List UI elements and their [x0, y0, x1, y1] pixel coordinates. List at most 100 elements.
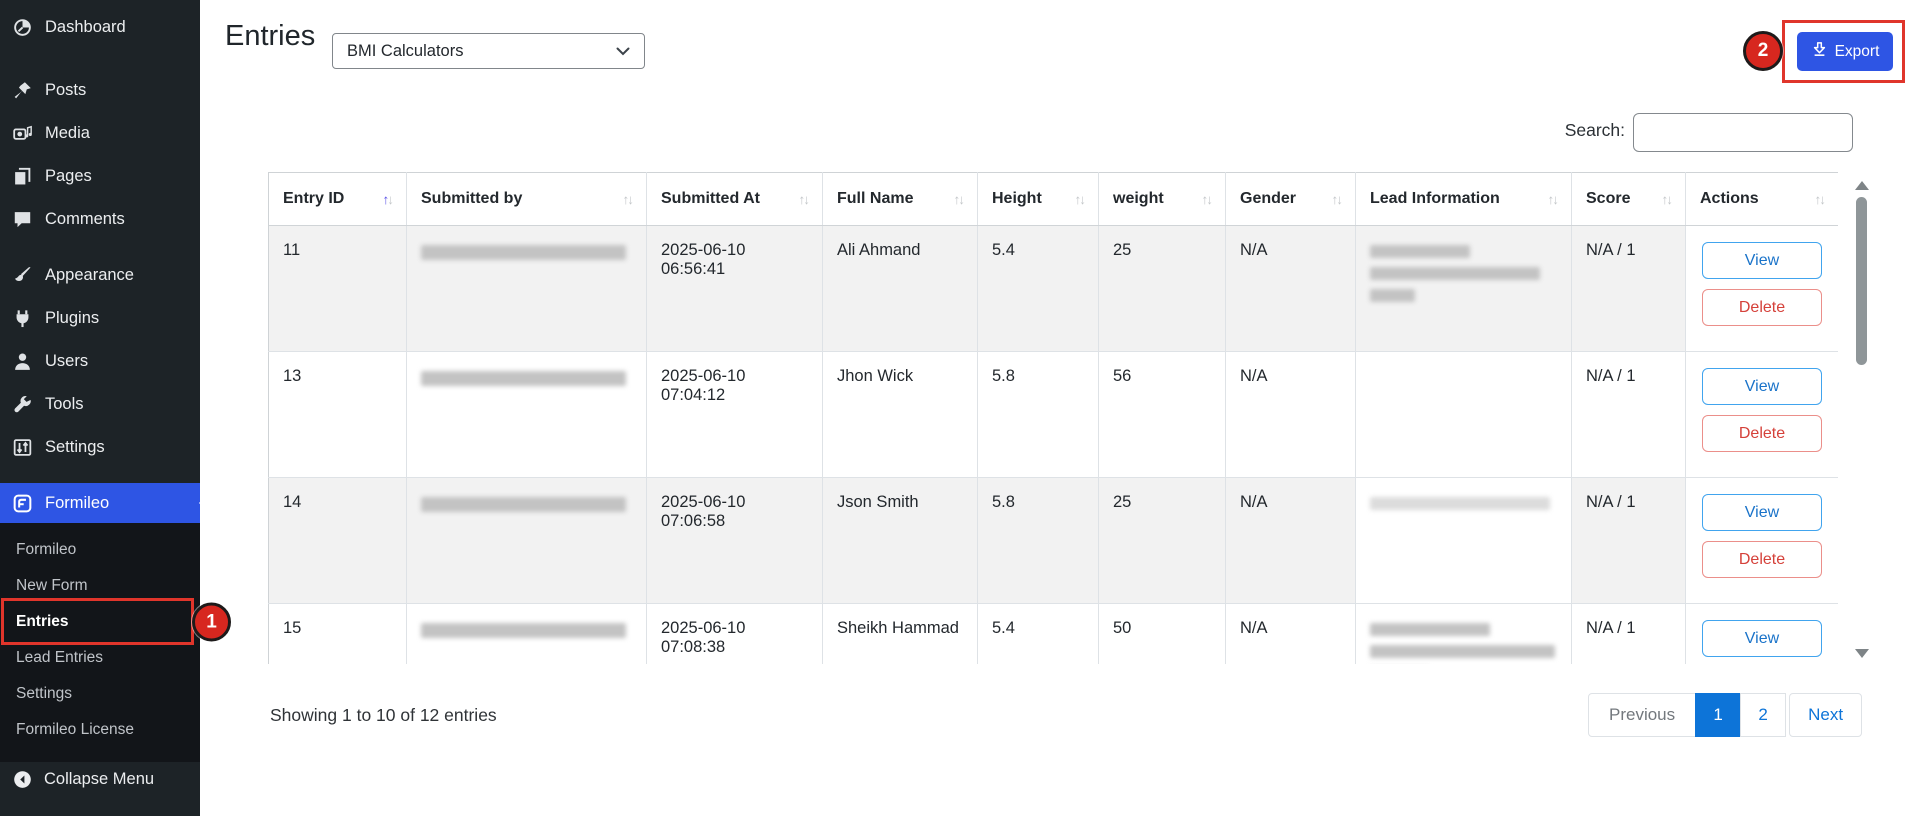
cell-height: 5.8 — [978, 478, 1099, 604]
form-selector-dropdown[interactable]: BMI Calculators — [332, 33, 645, 69]
cell-height: 5.4 — [978, 604, 1099, 665]
cell-score: N/A / 1 — [1572, 352, 1686, 478]
column-header-label: weight — [1113, 190, 1164, 207]
sidebar-item-dashboard[interactable]: Dashboard — [0, 6, 200, 49]
redacted-text-block — [1370, 289, 1415, 302]
entries-table: Entry ID↑↓Submitted by↑↓Submitted At↑↓Fu… — [268, 172, 1838, 664]
column-header-label: Submitted by — [421, 190, 522, 207]
view-button[interactable]: View — [1702, 368, 1822, 405]
cell-full_name: Json Smith — [823, 478, 978, 604]
scroll-down-arrow-icon[interactable] — [1855, 649, 1869, 658]
posts-icon — [13, 81, 32, 100]
pagination: Previous 1 2 Next — [1588, 693, 1862, 737]
plugins-icon — [13, 309, 32, 328]
submenu-item-label: New Form — [16, 577, 87, 595]
submenu-item-new-form[interactable]: New Form — [0, 568, 200, 604]
scrollbar-thumb[interactable] — [1856, 197, 1867, 365]
submenu-item-label: Formileo License — [16, 721, 134, 739]
cell-actions: View Delete — [1686, 226, 1839, 352]
sort-icon: ↑↓ — [1815, 192, 1825, 207]
sidebar-item-plugins[interactable]: Plugins — [0, 297, 200, 340]
sidebar-item-label: Pages — [45, 167, 92, 186]
sidebar-item-users[interactable]: Users — [0, 340, 200, 383]
pagination-page-2[interactable]: 2 — [1740, 693, 1786, 737]
collapse-menu-button[interactable]: Collapse Menu — [0, 758, 200, 801]
sidebar-item-pages[interactable]: Pages — [0, 155, 200, 198]
submenu-item-formileo-license[interactable]: Formileo License — [0, 712, 200, 748]
annotation-step-1: 1 — [192, 603, 231, 642]
submenu-item-lead-entries[interactable]: Lead Entries — [0, 640, 200, 676]
form-selector-value: BMI Calculators — [347, 42, 463, 61]
sort-icon: ↑↓ — [1548, 192, 1558, 207]
column-header-lead_information[interactable]: Lead Information↑↓ — [1356, 173, 1572, 226]
sidebar-item-label: Posts — [45, 81, 86, 100]
column-header-weight[interactable]: weight↑↓ — [1099, 173, 1226, 226]
sort-icon: ↑↓ — [1332, 192, 1342, 207]
cell-score: N/A / 1 — [1572, 478, 1686, 604]
cell-weight: 25 — [1099, 478, 1226, 604]
column-header-actions[interactable]: Actions↑↓ — [1686, 173, 1839, 226]
submenu-item-entries[interactable]: Entries1 — [0, 604, 200, 640]
sort-icon: ↑↓ — [1075, 192, 1085, 207]
sidebar-item-formileo[interactable]: Formileo — [0, 483, 200, 523]
redacted-text-block — [1370, 623, 1490, 636]
annotation-step-2: 2 — [1743, 31, 1783, 71]
pagination-page-1[interactable]: 1 — [1695, 693, 1741, 737]
column-header-score[interactable]: Score↑↓ — [1572, 173, 1686, 226]
sidebar-item-label: Dashboard — [45, 18, 126, 37]
delete-button[interactable]: Delete — [1702, 289, 1822, 326]
cell-lead_information — [1356, 226, 1572, 352]
vertical-scrollbar[interactable] — [1853, 177, 1870, 664]
admin-screen: Dashboard Posts Media Pages Comments Appearan… — [0, 0, 1919, 816]
column-header-label: Score — [1586, 190, 1630, 207]
sidebar-item-posts[interactable]: Posts — [0, 69, 200, 112]
cell-full_name: Jhon Wick — [823, 352, 978, 478]
admin-menu: Dashboard Posts Media Pages Comments Appearan… — [0, 0, 200, 469]
pagination-next[interactable]: Next — [1789, 693, 1862, 737]
cell-entry_id: 11 — [269, 226, 407, 352]
sidebar-item-label: Media — [45, 124, 90, 143]
column-header-full_name[interactable]: Full Name↑↓ — [823, 173, 978, 226]
sort-icon: ↑↓ — [383, 192, 393, 207]
sidebar-item-label: Settings — [45, 438, 105, 457]
delete-button[interactable]: Delete — [1702, 415, 1822, 452]
cell-submitted_at: 2025-06-10 07:08:38 — [647, 604, 823, 665]
column-header-height[interactable]: Height↑↓ — [978, 173, 1099, 226]
table-row-entry-13: 132025-06-10 07:04:12Jhon Wick5.856N/AN/… — [269, 352, 1839, 478]
cell-entry_id: 15 — [269, 604, 407, 665]
cell-lead_information — [1356, 478, 1572, 604]
sort-icon: ↑↓ — [954, 192, 964, 207]
view-button[interactable]: View — [1702, 494, 1822, 531]
cell-gender: N/A — [1226, 352, 1356, 478]
search-input[interactable] — [1633, 113, 1853, 152]
download-icon — [1811, 41, 1828, 63]
column-header-submitted_by[interactable]: Submitted by↑↓ — [407, 173, 647, 226]
sidebar-item-label: Formileo — [45, 494, 109, 513]
sidebar-item-media[interactable]: Media — [0, 112, 200, 155]
cell-gender: N/A — [1226, 226, 1356, 352]
cell-gender: N/A — [1226, 478, 1356, 604]
users-icon — [13, 352, 32, 371]
cell-entry_id: 13 — [269, 352, 407, 478]
table-row-entry-11: 112025-06-10 06:56:41Ali Ahmand5.425N/AN… — [269, 226, 1839, 352]
sidebar-item-comments[interactable]: Comments — [0, 198, 200, 241]
column-header-entry_id[interactable]: Entry ID↑↓ — [269, 173, 407, 226]
sidebar-item-label: Comments — [45, 210, 125, 229]
pagination-previous[interactable]: Previous — [1588, 693, 1696, 737]
sidebar-item-settings[interactable]: Settings — [0, 426, 200, 469]
column-header-gender[interactable]: Gender ↑↓ — [1226, 173, 1356, 226]
submenu-item-formileo[interactable]: Formileo — [0, 532, 200, 568]
sidebar-item-label: Users — [45, 352, 88, 371]
sidebar-item-tools[interactable]: Tools — [0, 383, 200, 426]
formileo-submenu: Formileo New Form Entries1Lead EntriesSett… — [0, 523, 200, 762]
view-button[interactable]: View — [1702, 242, 1822, 279]
delete-button[interactable]: Delete — [1702, 541, 1822, 578]
export-button[interactable]: Export — [1797, 32, 1893, 71]
column-header-submitted_at[interactable]: Submitted At↑↓ — [647, 173, 823, 226]
view-button[interactable]: View — [1702, 620, 1822, 657]
sidebar-item-appearance[interactable]: Appearance — [0, 254, 200, 297]
redacted-text-block — [1370, 497, 1550, 510]
submenu-item-settings[interactable]: Settings — [0, 676, 200, 712]
column-header-label: Gender — [1240, 190, 1296, 207]
scroll-up-arrow-icon[interactable] — [1855, 181, 1869, 190]
